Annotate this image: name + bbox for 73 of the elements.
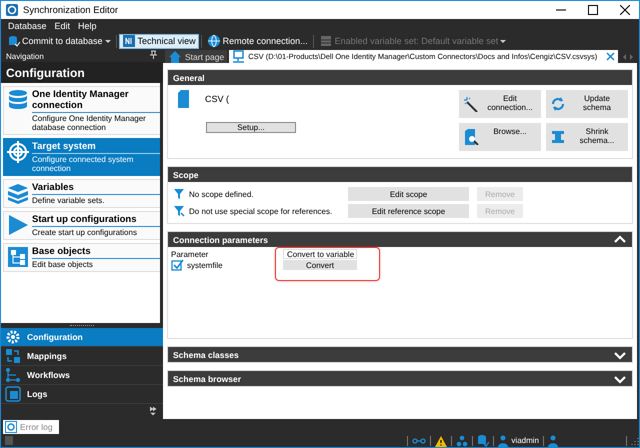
panel-title: Navigation (6, 52, 44, 60)
user-name: viadmin (511, 436, 539, 445)
column-header: Convert to variable (283, 249, 357, 259)
workflow-icon (5, 367, 21, 383)
close-icon (620, 5, 630, 15)
section-header[interactable]: Connection parameters (168, 232, 632, 247)
scope-text: Do not use special scope for references. (189, 206, 334, 216)
navigation-section[interactable]: Mappings (1, 347, 163, 366)
column-header: Parameter (171, 249, 210, 259)
navigation-section[interactable]: Logs (1, 385, 163, 404)
menu-item[interactable]: Edit (54, 20, 70, 30)
refresh-icon (550, 96, 566, 112)
checkbox-icon (171, 259, 184, 271)
toolbar-button[interactable]: Commit to database (4, 34, 114, 48)
file-icon (176, 90, 191, 108)
edit-scope-button[interactable]: Edit reference scope (348, 204, 469, 218)
section-header[interactable]: Schema classes (168, 347, 632, 362)
gear-icon (5, 329, 21, 345)
database-icon (7, 34, 20, 48)
mapping-icon (5, 348, 21, 364)
menu-item[interactable]: Database (8, 20, 47, 30)
shrink-icon (550, 129, 566, 145)
wand-icon (463, 96, 479, 112)
tab-close-button[interactable] (606, 52, 616, 61)
navigation-section[interactable]: Workflows (1, 366, 163, 385)
database-icon (7, 89, 29, 111)
overflow-button[interactable] (149, 406, 157, 418)
hierarchy-icon (7, 246, 29, 268)
view-icon (122, 34, 136, 48)
filter-icon (173, 205, 185, 217)
resize-grip-icon (631, 436, 639, 444)
warning-icon (435, 434, 448, 446)
section-header[interactable]: Schema browser (168, 371, 632, 386)
scroll-arrows-icon (622, 52, 634, 60)
navigation-item[interactable]: Start up configurations Create start up configurations (3, 211, 160, 240)
scope-text: No scope defined. (189, 190, 254, 198)
pin-button[interactable] (149, 50, 158, 62)
section-header: Scope (168, 167, 632, 182)
chevron-icon (149, 406, 157, 416)
magnifier-icon (463, 129, 479, 145)
menu-item[interactable]: Help (78, 20, 97, 30)
setup-button[interactable]: Setup... (206, 122, 296, 133)
navigation-section[interactable]: Configuration (1, 328, 163, 347)
action-button[interactable]: Update schema (546, 90, 628, 118)
navigation-item[interactable]: One Identity Manager connection Configure One Identity Manager database connection (3, 86, 160, 135)
edit-scope-button[interactable]: Edit scope (348, 187, 469, 201)
globe-icon (206, 34, 221, 48)
navigation-item[interactable]: Variables Define variable sets. (3, 179, 160, 208)
navigation-item[interactable]: Target system Configure connected system connection (3, 138, 160, 176)
pin-icon (149, 50, 158, 60)
monitor-icon (232, 50, 246, 63)
maximize-icon (588, 5, 598, 15)
action-button[interactable]: Browse... (459, 123, 541, 151)
action-button[interactable]: Shrink schema... (546, 123, 628, 151)
window-title: Synchronization Editor (23, 4, 118, 16)
section-title: Configuration (1, 62, 163, 83)
filter-icon (173, 188, 185, 200)
target-icon (7, 141, 29, 163)
variable-set-icon (318, 34, 333, 48)
close-icon (606, 52, 616, 61)
navigation-item[interactable]: Base objects Edit base objects (3, 243, 160, 272)
toolbar-button[interactable]: Technical view (118, 34, 199, 48)
connection-name: CSV ( (205, 94, 230, 104)
tab[interactable]: Start page (165, 50, 228, 63)
play-icon (7, 214, 29, 236)
parameter-name: systemfile (187, 260, 223, 270)
error-log-tab[interactable]: Error log (3, 420, 59, 434)
home-icon (168, 50, 182, 63)
convert-button[interactable]: Convert (283, 260, 357, 270)
action-button[interactable]: Edit connection... (459, 90, 541, 118)
layers-icon (7, 182, 29, 204)
section-header: General (168, 70, 632, 85)
toolbar-button[interactable]: Remote connection... (204, 34, 311, 48)
